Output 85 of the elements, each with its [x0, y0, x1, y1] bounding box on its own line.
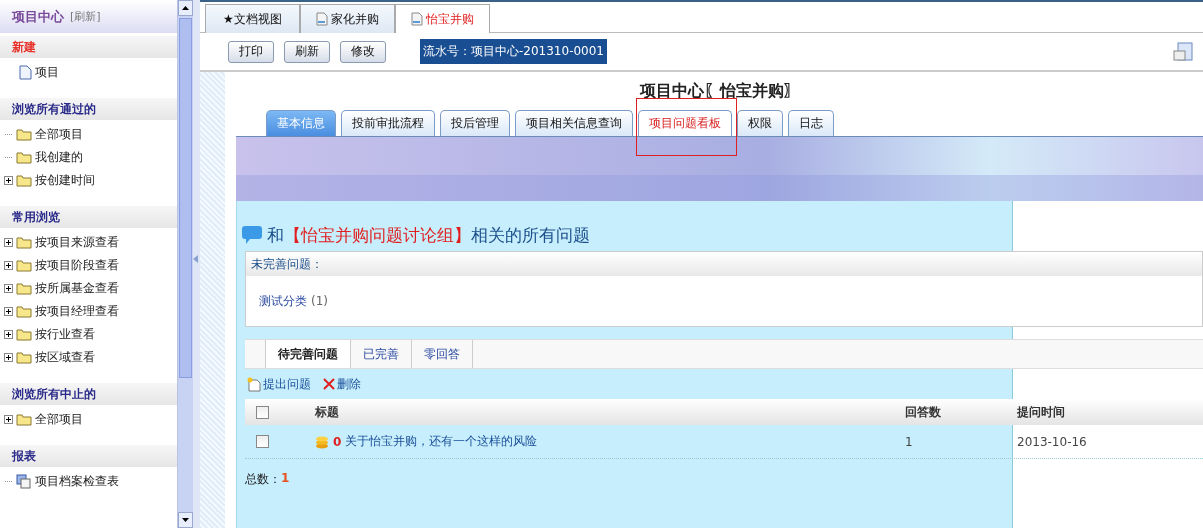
- page-title: 项目中心〖怡宝并购〗: [638, 80, 801, 102]
- folder-icon: [16, 282, 32, 295]
- action-link[interactable]: 删除: [323, 375, 361, 393]
- folder-icon: [16, 413, 32, 426]
- tree-item[interactable]: 全部项目: [0, 123, 177, 146]
- down-arrow-icon: [182, 518, 189, 522]
- page-icon: [19, 65, 32, 80]
- tree-item[interactable]: 按行业查看: [0, 323, 177, 346]
- toolbar-button[interactable]: 打印: [228, 40, 274, 63]
- tree-item[interactable]: 项目档案检查表: [0, 470, 177, 493]
- tab[interactable]: 项目问题看板: [638, 110, 732, 136]
- tree-item[interactable]: 我创建的: [0, 146, 177, 169]
- document-tab[interactable]: 家化并购: [300, 4, 395, 33]
- tree-item[interactable]: 按项目来源查看: [0, 231, 177, 254]
- toolbar-button[interactable]: 修改: [340, 40, 386, 63]
- action-link[interactable]: 提出问题: [247, 375, 311, 393]
- delete-icon: [323, 378, 335, 390]
- tree-item[interactable]: 按项目阶段查看: [0, 254, 177, 277]
- document-icon: [316, 12, 328, 26]
- document-icon: [411, 12, 423, 26]
- folder-icon: [16, 351, 32, 364]
- column-header: 回答数: [905, 403, 942, 421]
- speech-bubble-icon: [241, 224, 263, 246]
- row-checkbox[interactable]: [256, 435, 269, 448]
- question-tab[interactable]: 待完善问题: [265, 340, 351, 368]
- folder-icon: [16, 259, 32, 272]
- folder-icon: [16, 151, 32, 164]
- tab[interactable]: 权限: [737, 110, 783, 136]
- expand-icon[interactable]: [4, 238, 13, 247]
- scroll-down-button[interactable]: [178, 512, 193, 528]
- section-header: 浏览所有中止的: [0, 383, 177, 405]
- total-count: 1: [281, 471, 290, 487]
- category-link[interactable]: 测试分类: [259, 292, 307, 310]
- column-header: 标题: [315, 403, 340, 421]
- category-count: (1): [311, 294, 328, 308]
- expand-icon[interactable]: [4, 176, 13, 185]
- serial-number: 流水号：项目中心-201310-0001: [420, 39, 607, 64]
- expand-icon[interactable]: [4, 353, 13, 362]
- refresh-link[interactable]: [刷新]: [70, 9, 101, 24]
- question-link[interactable]: 关于怡宝并购，还有一个这样的风险: [345, 433, 538, 450]
- tree-item[interactable]: 全部项目: [0, 408, 177, 431]
- panel-title: 未完善问题：: [251, 255, 323, 273]
- document-tab[interactable]: 怡宝并购: [395, 4, 490, 33]
- section-heading: 和【怡宝并购问题讨论组】相关的所有问题: [267, 223, 590, 247]
- document-tab[interactable]: ★文档视图: [205, 4, 300, 33]
- tree-item[interactable]: 按区域查看: [0, 346, 177, 369]
- section-header: 浏览所有通过的: [0, 98, 177, 120]
- toolbar-button[interactable]: 刷新: [284, 40, 330, 63]
- tab[interactable]: 日志: [788, 110, 834, 136]
- answer-count: 1: [905, 434, 914, 449]
- section-header: 常用浏览: [0, 206, 177, 228]
- tab[interactable]: 投后管理: [440, 110, 510, 136]
- expand-icon[interactable]: [4, 415, 13, 424]
- report-icon: [16, 474, 32, 489]
- expand-icon[interactable]: [4, 284, 13, 293]
- up-arrow-icon: [182, 6, 189, 10]
- column-header: 提问时间: [1017, 403, 1066, 421]
- question-tab[interactable]: 零回答: [412, 340, 473, 368]
- tree-item[interactable]: 项目: [0, 61, 177, 84]
- collapse-arrow-icon: [193, 255, 198, 263]
- scrollbar-thumb[interactable]: [179, 18, 192, 378]
- folder-icon: [16, 305, 32, 318]
- folder-icon: [16, 128, 32, 141]
- tab[interactable]: 投前审批流程: [341, 110, 435, 136]
- select-all-checkbox[interactable]: [256, 405, 269, 419]
- tree-item[interactable]: 按项目经理查看: [0, 300, 177, 323]
- section-header: 报表: [0, 445, 177, 467]
- new-note-icon: [247, 376, 261, 392]
- scroll-up-button[interactable]: [178, 0, 193, 16]
- expand-icon[interactable]: [4, 261, 13, 270]
- sidebar-title: 项目中心: [12, 7, 64, 26]
- question-date: 2013-10-16: [1017, 434, 1088, 449]
- expand-icon[interactable]: [4, 330, 13, 339]
- tab[interactable]: 项目相关信息查询: [515, 110, 633, 136]
- question-tab[interactable]: 已完善: [351, 340, 412, 368]
- folder-icon: [16, 174, 32, 187]
- section-header: 新建: [0, 36, 177, 58]
- folder-icon: [16, 236, 32, 249]
- folder-icon: [16, 328, 32, 341]
- total-label: 总数：: [245, 471, 281, 488]
- expand-icon[interactable]: [4, 307, 13, 316]
- coin-stack-icon: [315, 434, 329, 449]
- tree-item[interactable]: 按创建时间: [0, 169, 177, 192]
- tree-item[interactable]: 按所属基金查看: [0, 277, 177, 300]
- points: 0: [333, 434, 342, 449]
